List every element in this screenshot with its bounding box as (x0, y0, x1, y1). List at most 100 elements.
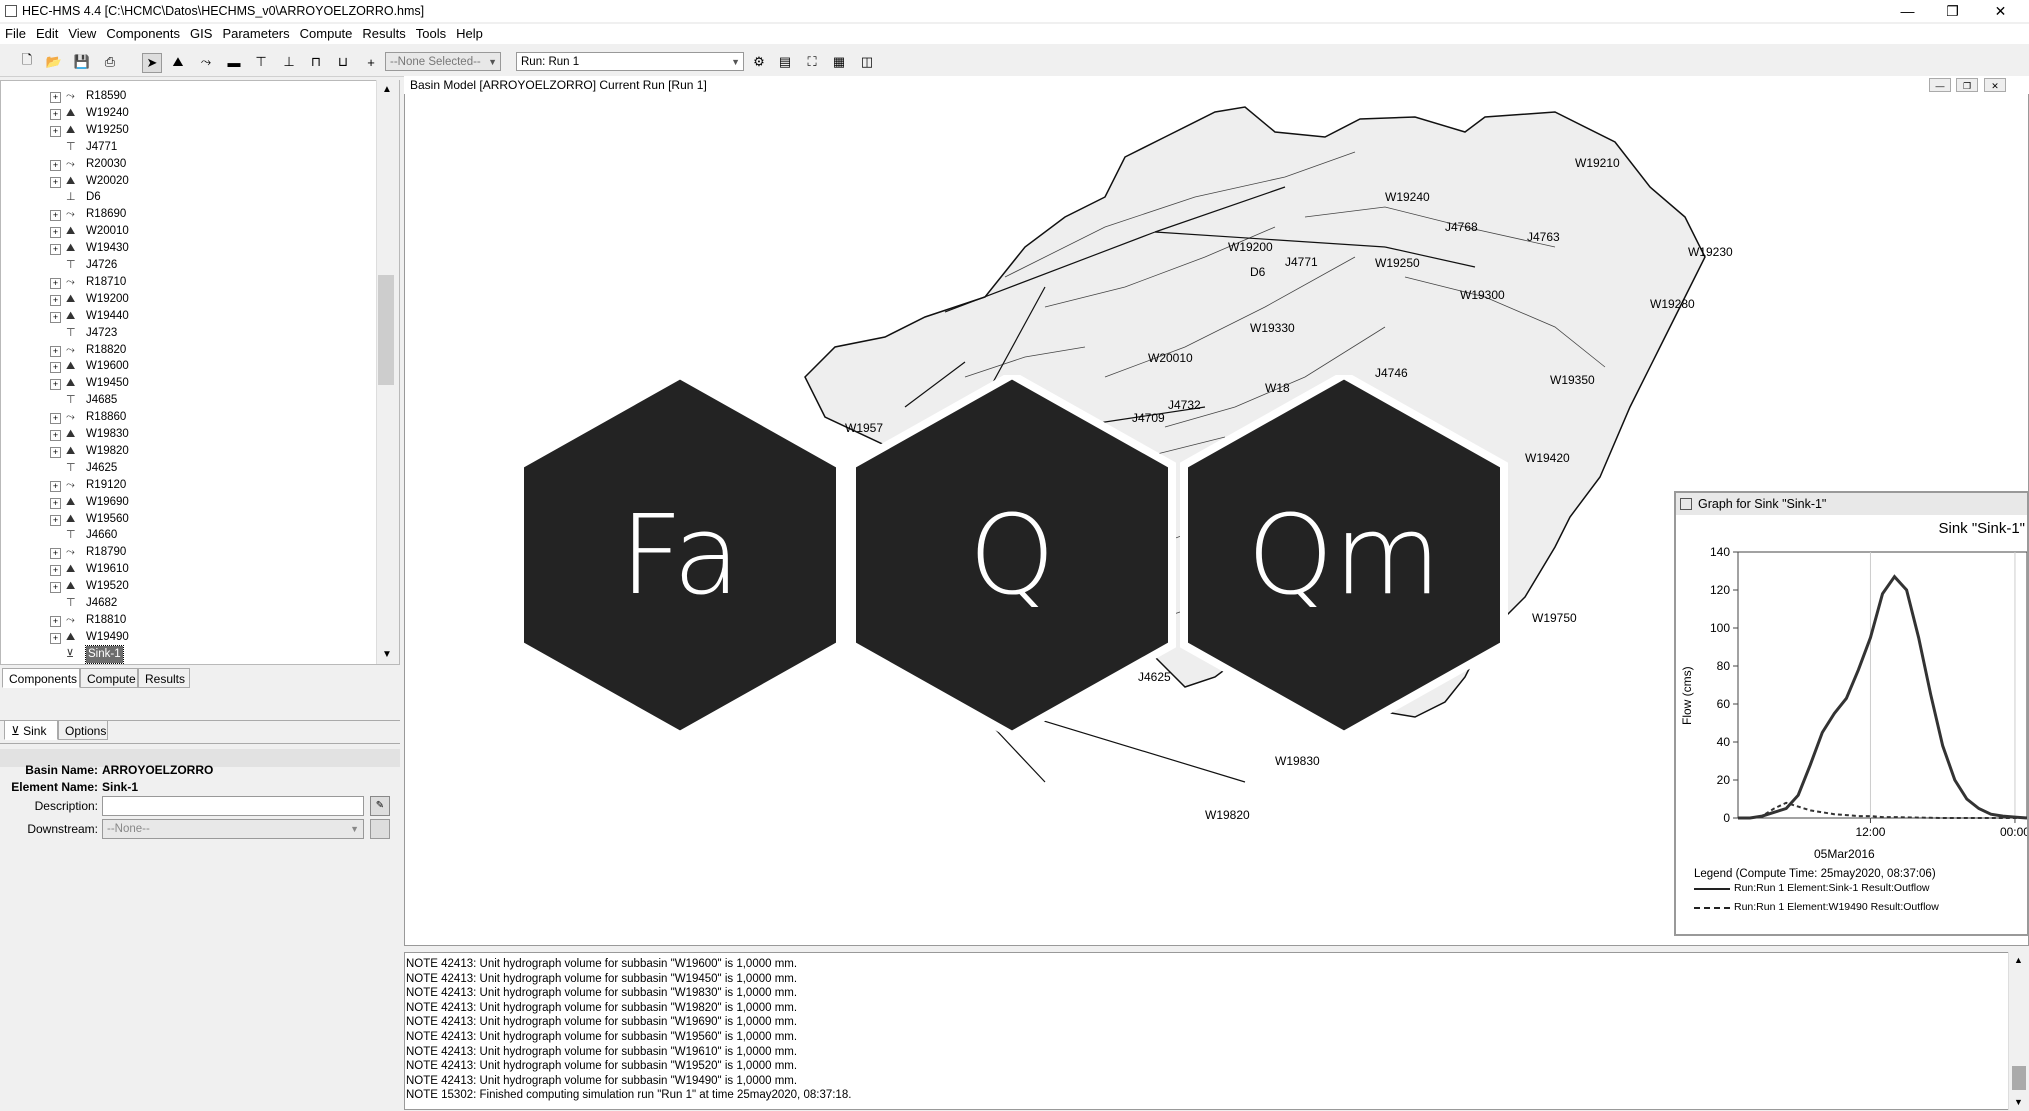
tree-item[interactable]: + ⤳ R18690 (0, 206, 376, 223)
time-series-icon[interactable]: ◫ (858, 53, 876, 71)
map-element-label[interactable]: W19350 (1550, 373, 1595, 387)
tree-item[interactable]: + ⛰ W19520 (0, 578, 376, 595)
tree-item[interactable]: + ⛰ W19610 (0, 561, 376, 578)
tree-expand-icon[interactable]: + (50, 362, 61, 374)
tree-expand-icon[interactable]: + (50, 159, 61, 171)
menu-help[interactable]: Help (451, 24, 488, 41)
menu-gis[interactable]: GIS (185, 24, 217, 41)
map-element-label[interactable]: J4771 (1285, 255, 1318, 269)
scroll-up-icon[interactable]: ▲ (382, 84, 392, 95)
selection-dropdown[interactable]: --None Selected-- ▼ (385, 52, 501, 71)
map-element-label[interactable]: J4768 (1445, 220, 1478, 234)
tree-item[interactable]: + ⛰ W20010 (0, 223, 376, 240)
map-element-label[interactable]: W19820 (1205, 808, 1250, 822)
junction-tool-icon[interactable]: ⊤ (252, 53, 270, 71)
map-element-label[interactable]: W19250 (1375, 256, 1420, 270)
basin-minimize-button[interactable]: — (1929, 78, 1951, 92)
tab-sink[interactable]: ⊻ Sink (4, 720, 58, 740)
tree-item[interactable]: + ⛰ W19600 (0, 358, 376, 375)
menu-view[interactable]: View (63, 24, 101, 41)
tab-options[interactable]: Options (58, 720, 108, 740)
add-tool-icon[interactable]: + (362, 53, 380, 71)
save-icon[interactable]: 💾 (73, 53, 91, 71)
tree-expand-icon[interactable]: + (50, 379, 61, 391)
map-element-label[interactable]: W19420 (1525, 451, 1570, 465)
menu-components[interactable]: Components (101, 24, 185, 41)
basin-maximize-button[interactable]: ❐ (1956, 78, 1978, 92)
map-element-label[interactable]: W19230 (1688, 245, 1733, 259)
tree-item[interactable]: + ⛰ W19560 (0, 511, 376, 528)
table-icon[interactable]: ▦ (830, 53, 848, 71)
tree-expand-icon[interactable]: + (50, 244, 61, 256)
tree-expand-icon[interactable]: + (50, 615, 61, 627)
minimize-button[interactable]: — (1885, 0, 1930, 22)
print-icon[interactable]: ⎙ (101, 53, 119, 71)
basin-close-button[interactable]: ✕ (1984, 78, 2006, 92)
reach-tool-icon[interactable]: ⤳ (197, 53, 215, 71)
tab-compute[interactable]: Compute (80, 668, 138, 688)
new-file-icon[interactable]: 🗋 (18, 52, 36, 71)
tree-scroll-thumb[interactable] (378, 275, 394, 385)
tree-expand-icon[interactable]: + (50, 277, 61, 289)
tree-item[interactable]: ⊤ J4723 (0, 325, 376, 342)
tree-expand-icon[interactable]: + (50, 480, 61, 492)
downstream-dropdown[interactable]: --None-- ▼ (102, 819, 364, 839)
menu-parameters[interactable]: Parameters (217, 24, 294, 41)
map-element-label[interactable]: W19200 (1228, 240, 1273, 254)
map-element-label[interactable]: J4763 (1527, 230, 1560, 244)
tree-expand-icon[interactable]: + (50, 210, 61, 222)
map-element-label[interactable]: W19300 (1460, 288, 1505, 302)
tree-item[interactable]: + ⤳ R18820 (0, 342, 376, 359)
tree-item[interactable]: + ⛰ W19490 (0, 629, 376, 646)
compute-run-icon[interactable]: ⚙ (750, 53, 768, 71)
tree-item[interactable]: ⊤ J4726 (0, 257, 376, 274)
tree-expand-icon[interactable]: + (50, 582, 61, 594)
tree-item[interactable]: + ⛰ W19200 (0, 291, 376, 308)
tree-expand-icon[interactable]: + (50, 446, 61, 458)
tab-results[interactable]: Results (138, 668, 190, 688)
tree-item[interactable]: + ⤳ R18590 (0, 88, 376, 105)
map-element-label[interactable]: W19330 (1250, 321, 1295, 335)
source-tool-icon[interactable]: ⊓ (307, 53, 325, 71)
menu-file[interactable]: File (0, 24, 31, 41)
description-field[interactable] (102, 796, 364, 816)
tree-item[interactable]: + ⤳ R18790 (0, 544, 376, 561)
downstream-select-icon[interactable] (370, 819, 390, 839)
tree-item[interactable]: + ⛰ W19450 (0, 375, 376, 392)
tree-item[interactable]: + ⛰ W20020 (0, 173, 376, 190)
tree-item[interactable]: + ⛰ W19240 (0, 105, 376, 122)
tree-item[interactable]: ⊥ D6 (0, 189, 376, 206)
tree-item[interactable]: ⊻ Sink-1 (0, 644, 376, 664)
tree-item[interactable]: + ⛰ W19250 (0, 122, 376, 139)
map-element-label[interactable]: W19750 (1532, 611, 1577, 625)
map-element-label[interactable]: W20010 (1148, 351, 1193, 365)
tree-item[interactable]: + ⛰ W19830 (0, 426, 376, 443)
hydrograph-chart[interactable]: 0 20 40 60 80 100 120 140 12:00 00:00 (1676, 540, 2027, 850)
maximize-button[interactable]: ❐ (1930, 0, 1975, 22)
tab-components[interactable]: Components (2, 668, 80, 688)
tree-item[interactable]: + ⛰ W19440 (0, 308, 376, 325)
tree-expand-icon[interactable]: + (50, 176, 61, 188)
open-folder-icon[interactable]: 📂 (45, 53, 63, 71)
run-dropdown[interactable]: Run: Run 1 ▼ (516, 52, 744, 71)
map-element-label[interactable]: W19830 (1275, 754, 1320, 768)
menu-edit[interactable]: Edit (31, 24, 63, 41)
scroll-up-icon[interactable]: ▲ (2014, 955, 2023, 965)
tree-expand-icon[interactable]: + (50, 108, 61, 120)
tree-expand-icon[interactable]: + (50, 92, 61, 103)
message-scroll-thumb[interactable] (2012, 1066, 2026, 1090)
tree-item[interactable]: + ⛰ W19690 (0, 494, 376, 511)
tree-expand-icon[interactable]: + (50, 125, 61, 137)
menu-tools[interactable]: Tools (411, 24, 451, 41)
tree-item[interactable]: + ⤳ R19120 (0, 477, 376, 494)
tree-item[interactable]: + ⤳ R20030 (0, 156, 376, 173)
message-scrollbar[interactable]: ▲ ▼ (2008, 952, 2029, 1110)
scroll-down-icon[interactable]: ▼ (2014, 1097, 2023, 1107)
tree-item[interactable]: ⊤ J4771 (0, 139, 376, 156)
tree-item[interactable]: ⊤ J4660 (0, 527, 376, 544)
tree-expand-icon[interactable]: + (50, 430, 61, 441)
tree-item[interactable]: + ⤳ R18710 (0, 274, 376, 291)
map-element-label[interactable]: D6 (1250, 265, 1265, 279)
tree-item[interactable]: ⊤ J4625 (0, 460, 376, 477)
tree-item[interactable]: ⊤ J4682 (0, 595, 376, 612)
